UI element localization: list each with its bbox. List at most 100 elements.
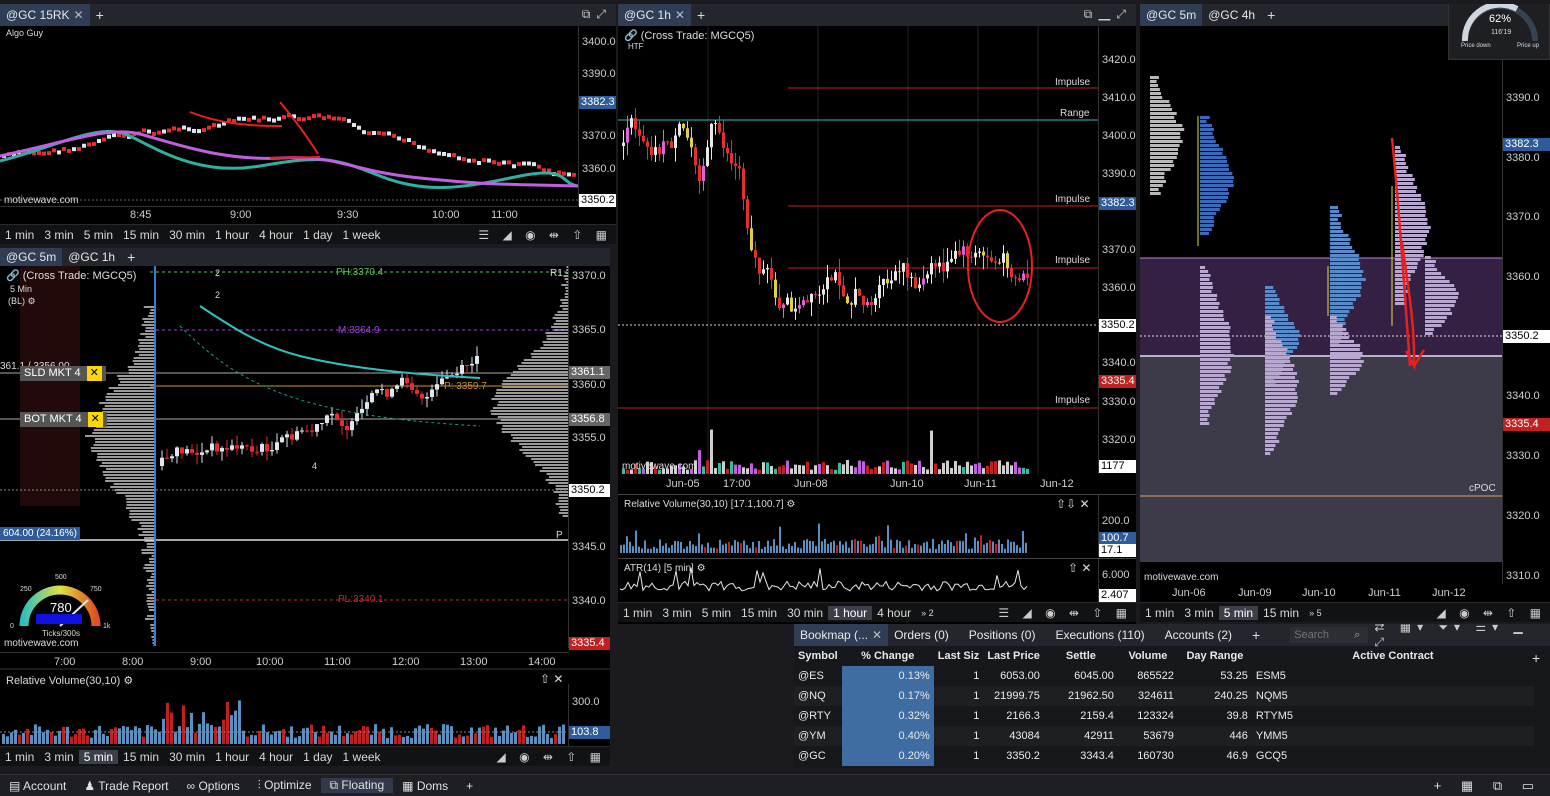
col-active-contract[interactable]: Active Contract — [1252, 646, 1534, 666]
tab-executions[interactable]: Executions (110) — [1041, 624, 1150, 646]
popout-icon[interactable]: ⧉ — [582, 7, 597, 21]
volume-bar — [62, 726, 65, 744]
add-tab-icon[interactable]: + — [1238, 627, 1266, 643]
options-button[interactable]: ∞ Options — [178, 779, 249, 793]
tf-30min[interactable]: 30 min — [782, 606, 828, 620]
tf-3min[interactable]: 3 min — [657, 606, 696, 620]
add-tab-icon[interactable]: + — [691, 7, 711, 23]
add-column-icon[interactable]: + — [1532, 650, 1540, 666]
tf-15min[interactable]: 15 min — [736, 606, 782, 620]
tf-1hour[interactable]: 1 hour — [210, 750, 254, 764]
window-controls[interactable]: ⧉▁⤢ — [1084, 7, 1132, 22]
chart-tools[interactable]: ☰ ◢ ◉ ⇹ ⇧ ▦ — [998, 606, 1132, 620]
volume-profile-bar — [92, 432, 155, 434]
tf-4hour[interactable]: 4 hour — [254, 228, 298, 242]
close-icon[interactable]: ✕ — [74, 8, 84, 22]
table-row[interactable]: @ES 0.13% 1 6053.00 6045.00 865522 53.25 ESM5 — [794, 666, 1534, 686]
account-button[interactable]: ▤ Account — [0, 779, 75, 793]
tf-more[interactable]: » 2 — [916, 608, 939, 618]
optimize-button[interactable]: ⫶ Optimize — [249, 778, 321, 793]
tf-more[interactable]: » 5 — [1304, 608, 1327, 618]
col-last-price[interactable]: Last Price — [983, 646, 1044, 666]
tf-3min[interactable]: 3 min — [39, 228, 78, 242]
tab-gc-5m[interactable]: @GC 5m — [0, 248, 63, 266]
gear-icon[interactable]: ⚙ — [786, 499, 795, 510]
add-tab-icon[interactable]: + — [90, 7, 110, 23]
tf-5min[interactable]: 5 min — [697, 606, 736, 620]
tf-1day[interactable]: 1 day — [298, 750, 337, 764]
tf-4hour[interactable]: 4 hour — [872, 606, 916, 620]
tf-1min[interactable]: 1 min — [0, 750, 39, 764]
tab-gc-5m[interactable]: @GC 5m — [1140, 4, 1203, 26]
tab-bookmap[interactable]: Bookmap (... ✕ — [794, 624, 889, 646]
minimize-icon[interactable]: ▁ — [1098, 7, 1116, 21]
tf-15min[interactable]: 15 min — [118, 228, 164, 242]
rv-bar — [767, 540, 769, 553]
bot-order-label[interactable]: BOT MKT 4 ✕ — [20, 412, 107, 427]
popout-icon[interactable]: ⧉ — [1084, 7, 1099, 21]
add-tab-icon[interactable]: + — [121, 249, 141, 265]
table-row[interactable]: @RTY 0.32% 1 2166.3 2159.4 123324 39.8 RTYM5 — [794, 706, 1534, 726]
tf-3min[interactable]: 3 min — [39, 750, 78, 764]
tab-gc-15rk[interactable]: @GC 15RK ✕ — [0, 4, 90, 26]
maximize-icon[interactable]: ⤢ — [1116, 7, 1132, 21]
rv-bar — [752, 541, 754, 553]
doms-button[interactable]: ▦ Doms — [393, 779, 457, 793]
tf-3min[interactable]: 3 min — [1179, 606, 1218, 620]
maximize-icon[interactable]: ⤢ — [596, 7, 612, 21]
close-icon[interactable]: ✕ — [872, 628, 882, 642]
table-row[interactable]: @YM 0.40% 1 43084 42911 53679 446 YMM5 — [794, 726, 1534, 746]
trade-report-button[interactable]: ♟ Trade Report — [75, 779, 177, 793]
tab-positions[interactable]: Positions (0) — [955, 624, 1042, 646]
tf-1min[interactable]: 1 min — [0, 228, 39, 242]
tf-5min[interactable]: 5 min — [78, 749, 119, 764]
chart-tools[interactable]: ◢ ◉ ⇹ ⇧ ▦ — [1437, 606, 1546, 620]
tab-accounts[interactable]: Accounts (2) — [1151, 624, 1238, 646]
tf-1min[interactable]: 1 min — [618, 606, 657, 620]
tf-30min[interactable]: 30 min — [164, 228, 210, 242]
volume-bar — [530, 735, 533, 744]
col-day-range[interactable]: Day Range — [1178, 646, 1252, 666]
add-workspace-icon[interactable]: + — [457, 779, 482, 793]
cancel-order-icon[interactable]: ✕ — [87, 412, 103, 427]
sld-order-label[interactable]: SLD MKT 4 ✕ — [20, 366, 106, 381]
panel-controls[interactable]: ⇧⇩ ✕ — [1056, 497, 1090, 511]
chart-tools[interactable]: ◢ ◉ ⇹ ⇧ ▦ — [497, 750, 606, 764]
tab-gc-1h[interactable]: @GC 1h ✕ — [618, 4, 691, 26]
col-volume[interactable]: Volume — [1118, 646, 1178, 666]
workspace-icons[interactable]: + ▦ ⧉ ▭ — [1434, 778, 1542, 794]
tf-1hour[interactable]: 1 hour — [210, 228, 254, 242]
cpu-gauge-left: Price down — [1461, 43, 1491, 49]
table-row[interactable]: @GC 0.20% 1 3350.2 3343.4 160730 46.9 GCQ5 — [794, 746, 1534, 766]
tf-4hour[interactable]: 4 hour — [254, 750, 298, 764]
col-change[interactable]: % Change — [842, 646, 934, 666]
tab-gc-4h[interactable]: @GC 4h — [1202, 4, 1261, 26]
volume-bar — [906, 460, 909, 474]
col-settle[interactable]: Settle — [1044, 646, 1118, 666]
tf-1week[interactable]: 1 week — [338, 228, 386, 242]
cell-symbol: @ES — [798, 670, 824, 682]
tf-5min[interactable]: 5 min — [1218, 605, 1259, 620]
tf-1min[interactable]: 1 min — [1140, 606, 1179, 620]
tab-orders[interactable]: Orders (0) — [888, 624, 955, 646]
col-last-size[interactable]: Last Siz — [934, 646, 984, 666]
table-row[interactable]: @NQ 0.17% 1 21999.75 21962.50 324611 240.25 NQM… — [794, 686, 1534, 706]
tf-30min[interactable]: 30 min — [164, 750, 210, 764]
close-icon[interactable]: ✕ — [675, 8, 685, 22]
tf-5min[interactable]: 5 min — [79, 228, 118, 242]
gear-icon[interactable]: ⚙ — [28, 296, 36, 306]
volume-bar — [170, 712, 173, 744]
tf-1week[interactable]: 1 week — [338, 750, 386, 764]
chart-tools[interactable]: ☰ ◢ ◉ ⇹ ⇧ ▦ — [478, 228, 612, 242]
tf-1day[interactable]: 1 day — [298, 228, 337, 242]
floating-button[interactable]: ⧉ Floating — [320, 778, 394, 793]
col-symbol[interactable]: Symbol — [794, 646, 842, 666]
add-tab-icon[interactable]: + — [1261, 7, 1281, 23]
window-controls[interactable]: ⧉⤢ — [582, 7, 612, 22]
tf-1hour[interactable]: 1 hour — [828, 605, 873, 620]
tab-gc-1h[interactable]: @GC 1h — [62, 248, 121, 266]
tf-15min[interactable]: 15 min — [1258, 606, 1304, 620]
tf-15min[interactable]: 15 min — [118, 750, 164, 764]
cancel-order-icon[interactable]: ✕ — [86, 366, 102, 381]
search-icon[interactable]: ⌕ — [1354, 629, 1360, 642]
